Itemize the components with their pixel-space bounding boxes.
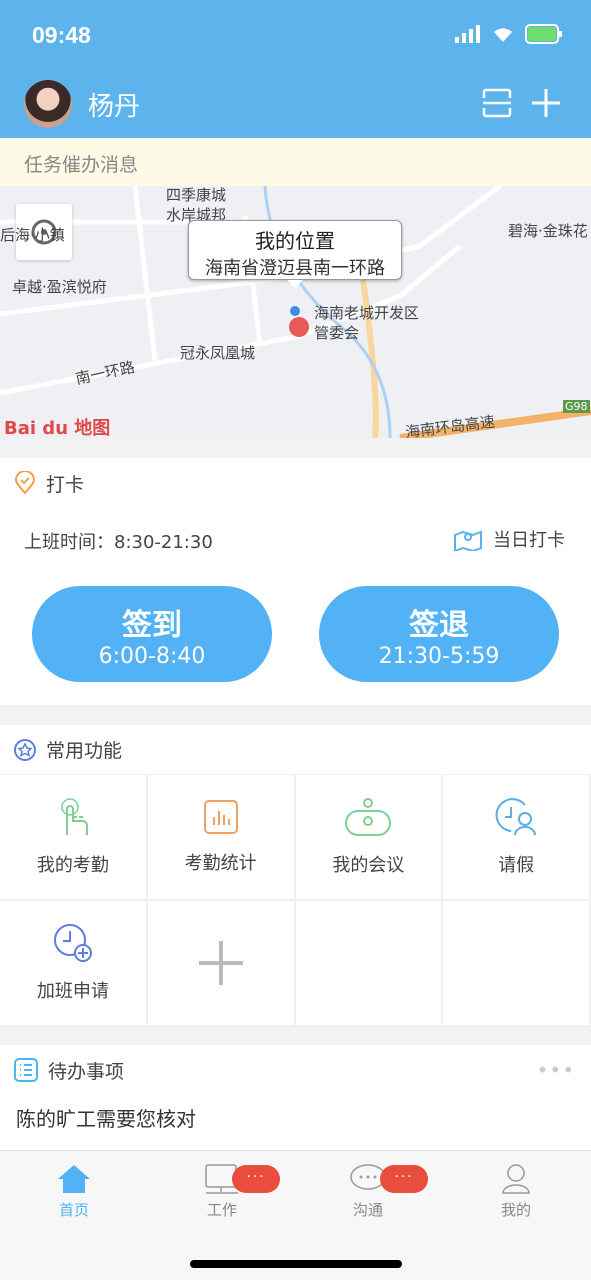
scan-icon[interactable] bbox=[482, 88, 512, 118]
daily-checkin-label: 当日打卡 bbox=[493, 530, 565, 551]
function-attendance-stats[interactable]: 考勤统计 bbox=[147, 775, 296, 901]
map-label: 碧海·金珠花 bbox=[508, 222, 588, 240]
star-circle-icon bbox=[14, 738, 36, 761]
location-check-icon bbox=[14, 471, 36, 495]
bar-chart-icon bbox=[203, 800, 238, 834]
function-overtime-request[interactable]: 加班申请 bbox=[0, 901, 148, 1027]
todo-title: 待办事项 bbox=[48, 1060, 125, 1083]
map-label: 四季康城 bbox=[166, 186, 227, 204]
map-pin-icon bbox=[454, 530, 482, 551]
checkin-title: 打卡 bbox=[46, 473, 85, 496]
tab-home[interactable]: 首页 bbox=[14, 1163, 134, 1220]
tab-chat[interactable]: 沟通 ··· bbox=[308, 1163, 428, 1220]
wifi-icon bbox=[494, 28, 512, 42]
sign-in-label: 签到 bbox=[122, 608, 182, 643]
plus-icon[interactable] bbox=[530, 87, 562, 119]
plus-icon bbox=[198, 941, 243, 985]
person-icon bbox=[502, 1164, 530, 1194]
notification-badge: ··· bbox=[232, 1165, 280, 1193]
map-label: 海南老城开发区 bbox=[314, 304, 420, 322]
app-header: 09:48 杨丹 bbox=[0, 0, 591, 138]
sign-in-button[interactable]: 签到 6:00-8:40 bbox=[32, 586, 272, 682]
tab-label: 沟通 bbox=[352, 1201, 383, 1219]
checkin-card: 打卡 上班时间：8:30-21:30 当日打卡 签到 6:00-8:40 签退 … bbox=[0, 458, 591, 705]
hand-tap-icon bbox=[61, 798, 88, 835]
map-label: 卓越·盈滨悦府 bbox=[12, 278, 107, 296]
todo-item[interactable]: 陈的旷工需要您核对 bbox=[0, 1095, 591, 1140]
functions-title: 常用功能 bbox=[46, 740, 123, 762]
checkin-header: 打卡 bbox=[0, 458, 591, 508]
function-label: 请假 bbox=[498, 855, 535, 876]
status-time: 09:48 bbox=[32, 22, 91, 48]
avatar[interactable] bbox=[24, 80, 72, 128]
todo-header: 待办事项 ••• bbox=[0, 1045, 591, 1095]
empty-cell bbox=[295, 901, 444, 1027]
sign-out-button[interactable]: 签退 21:30-5:59 bbox=[319, 586, 559, 682]
tab-work[interactable]: 工作 ··· bbox=[162, 1163, 282, 1220]
function-my-attendance[interactable]: 我的考勤 bbox=[0, 775, 148, 901]
map-view[interactable]: 四季康城 水岸城邦 后海·小镇 卓越·盈滨悦府 冠永凤凰城 南一环路 海南老城开… bbox=[0, 186, 591, 438]
functions-header: 常用功能 bbox=[0, 725, 591, 775]
function-label: 考勤统计 bbox=[184, 853, 257, 874]
signal-icon bbox=[455, 25, 480, 43]
battery-icon bbox=[525, 24, 562, 44]
tab-bar: 首页 工作 ··· 沟通 ··· 我的 bbox=[0, 1150, 591, 1280]
map-label: 冠永凤凰城 bbox=[180, 344, 256, 362]
more-icon[interactable]: ••• bbox=[537, 1058, 575, 1082]
map-label: 后海·小镇 bbox=[0, 226, 65, 244]
clock-plus-icon bbox=[53, 924, 92, 962]
map-label: 管委会 bbox=[314, 324, 360, 342]
todo-card: 待办事项 ••• 陈的旷工需要您核对 bbox=[0, 1045, 591, 1150]
my-location-bubble: 我的位置 海南省澄迈县南一环路 bbox=[188, 220, 402, 288]
tab-label: 我的 bbox=[500, 1201, 531, 1219]
home-indicator bbox=[190, 1260, 402, 1268]
notification-badge: ··· bbox=[380, 1165, 428, 1193]
sign-out-label: 签退 bbox=[409, 608, 469, 643]
function-label: 加班申请 bbox=[36, 981, 109, 1002]
function-my-meetings[interactable]: 我的会议 bbox=[295, 775, 444, 901]
bubble-address: 海南省澄迈县南一环路 bbox=[205, 258, 385, 279]
tab-mine[interactable]: 我的 bbox=[456, 1163, 576, 1220]
sign-in-time: 6:00-8:40 bbox=[98, 644, 206, 669]
user-name: 杨丹 bbox=[88, 92, 141, 122]
tab-label: 工作 bbox=[206, 1201, 237, 1219]
map-road-badge: G98 bbox=[563, 400, 590, 413]
add-function-button[interactable] bbox=[147, 901, 296, 1027]
sign-out-time: 21:30-5:59 bbox=[378, 644, 500, 669]
list-icon bbox=[14, 1058, 38, 1082]
tab-label: 首页 bbox=[58, 1201, 89, 1219]
bubble-title: 我的位置 bbox=[255, 229, 335, 253]
work-time: 上班时间：8:30-21:30 bbox=[24, 532, 213, 553]
status-icons bbox=[455, 24, 563, 44]
function-label: 我的会议 bbox=[332, 855, 405, 876]
functions-card: 常用功能 我的考勤 考勤统计 我的会议 请假 加班申请 bbox=[0, 725, 591, 1027]
function-leave[interactable]: 请假 bbox=[443, 775, 591, 901]
home-icon bbox=[58, 1165, 90, 1193]
clock-person-icon bbox=[495, 798, 537, 836]
empty-cell bbox=[443, 901, 591, 1027]
daily-checkin-link[interactable]: 当日打卡 bbox=[453, 526, 565, 552]
meeting-icon bbox=[345, 798, 392, 836]
function-label: 我的考勤 bbox=[36, 855, 109, 876]
baidu-map-logo: Bai du 地图 bbox=[4, 418, 111, 438]
task-reminder-bar[interactable]: 任务催办消息 bbox=[0, 138, 591, 186]
